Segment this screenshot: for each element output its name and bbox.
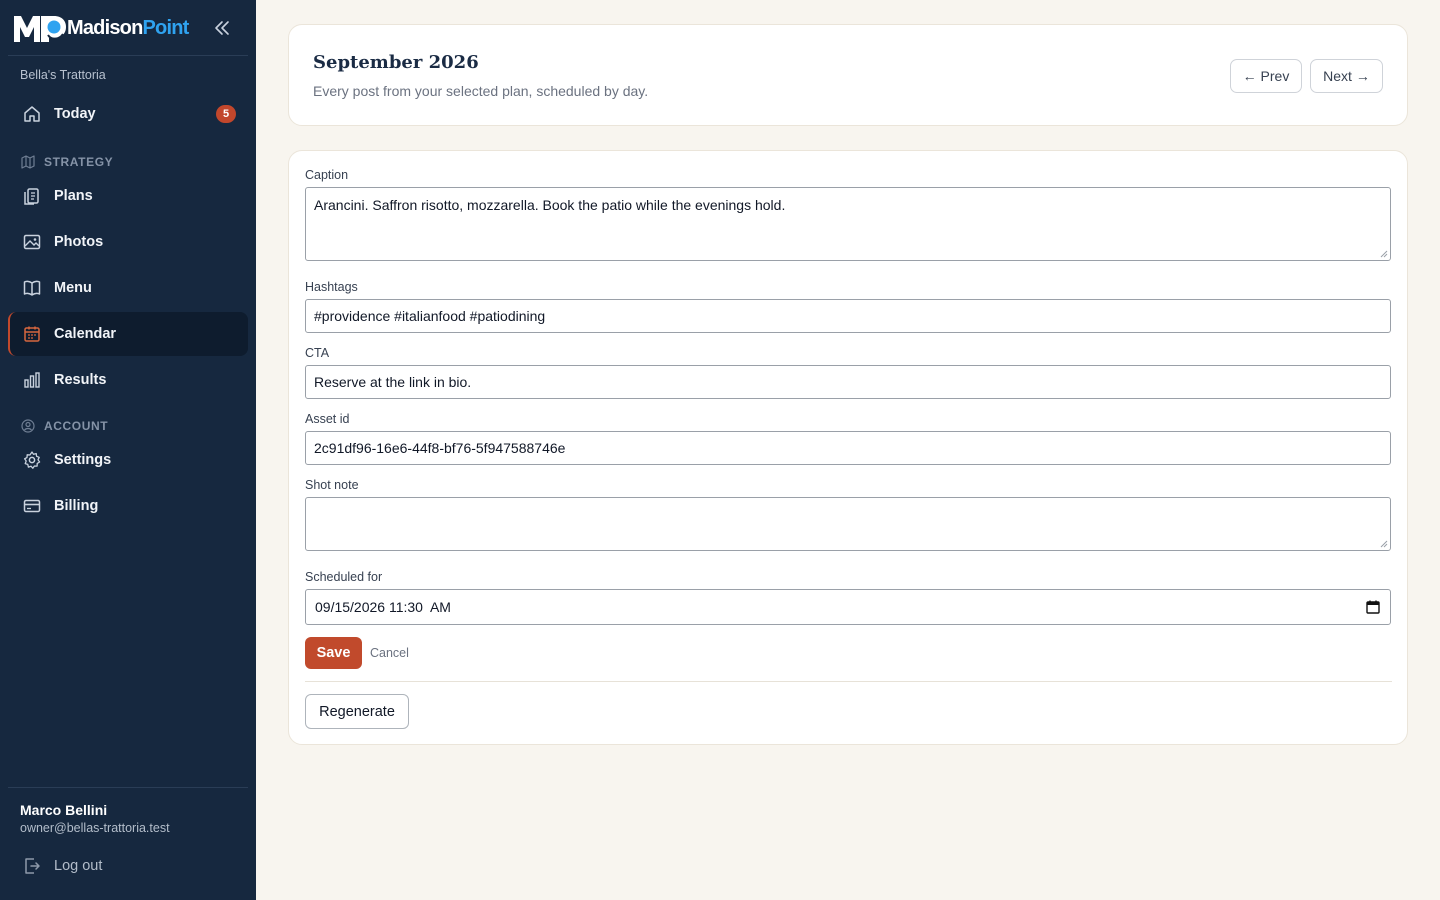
- sidebar-item-label: Billing: [54, 498, 99, 514]
- sidebar-item-menu[interactable]: Menu: [8, 266, 248, 310]
- sidebar-item-label: Calendar: [54, 326, 117, 342]
- section-label-strategy: STRATEGY: [20, 154, 113, 170]
- sidebar-item-label: Plans: [54, 188, 93, 204]
- book-icon: [22, 278, 42, 298]
- cta-value: Reserve at the link in bio.: [314, 374, 472, 390]
- caption-value: Arancini. Saffron risotto, mozzarella. B…: [314, 197, 786, 213]
- sidebar-item-label: Today: [54, 106, 96, 122]
- asset-id-label: Asset id: [305, 412, 350, 426]
- sidebar-divider: [8, 55, 248, 56]
- sidebar-item-calendar[interactable]: Calendar: [8, 312, 248, 356]
- logout-label: Log out: [54, 858, 103, 874]
- caption-label: Caption: [305, 168, 349, 182]
- sidebar-item-results[interactable]: Results: [8, 358, 248, 402]
- page-subtitle: Every post from your selected plan, sche…: [313, 83, 649, 99]
- collapse-sidebar-icon[interactable]: [211, 17, 233, 39]
- shot-note-label: Shot note: [305, 478, 359, 492]
- sidebar-item-today[interactable]: Today 5: [8, 92, 248, 136]
- post-edit-form: Caption Arancini. Saffron risotto, mozza…: [288, 150, 1408, 745]
- page-title: September 2026: [313, 52, 479, 73]
- sidebar-item-billing[interactable]: Billing: [8, 484, 248, 528]
- calendar-header-card: September 2026 Every post from your sele…: [288, 24, 1408, 126]
- sidebar-item-settings[interactable]: Settings: [8, 438, 248, 482]
- madison-point-logo-icon: [14, 16, 66, 42]
- scheduled-for-datetime-input[interactable]: 09/15/2026 11:30 AM: [305, 589, 1391, 625]
- sidebar-item-label: Settings: [54, 452, 112, 468]
- home-icon: [22, 104, 42, 124]
- today-count-badge: 5: [216, 105, 236, 123]
- image-icon: [22, 232, 42, 252]
- caption-textarea[interactable]: Arancini. Saffron risotto, mozzarella. B…: [305, 187, 1391, 261]
- user-circle-icon: [20, 418, 36, 434]
- cta-label: CTA: [305, 346, 330, 360]
- calendar-picker-icon[interactable]: [1366, 600, 1380, 614]
- hashtags-value: #providence #italianfood #patiodining: [314, 308, 546, 324]
- sidebar-item-label: Results: [54, 372, 107, 388]
- calendar-icon: [22, 324, 42, 344]
- scheduled-for-value: 09/15/2026 11:30 AM: [315, 599, 451, 615]
- map-icon: [20, 154, 36, 170]
- prev-month-button[interactable]: ← Prev: [1230, 59, 1302, 93]
- logout-button[interactable]: Log out: [8, 844, 248, 888]
- save-button[interactable]: Save: [305, 637, 362, 669]
- asset-id-input[interactable]: 2c91df96-16e6-44f8-bf76-5f947588746e: [305, 431, 1391, 465]
- workspace-name: Bella's Trattoria: [20, 68, 106, 82]
- user-email: owner@bellas-trattoria.test: [20, 821, 170, 835]
- cta-input[interactable]: Reserve at the link in bio.: [305, 365, 1391, 399]
- hashtags-input[interactable]: #providence #italianfood #patiodining: [305, 299, 1391, 333]
- shot-note-textarea[interactable]: [305, 497, 1391, 551]
- next-month-button[interactable]: Next →: [1310, 59, 1383, 93]
- logout-icon: [22, 856, 42, 876]
- brand-name: MadisonPoint: [67, 16, 189, 39]
- gear-icon: [22, 450, 42, 470]
- asset-id-value: 2c91df96-16e6-44f8-bf76-5f947588746e: [314, 440, 566, 456]
- sidebar-item-photos[interactable]: Photos: [8, 220, 248, 264]
- cancel-button[interactable]: Cancel: [370, 646, 409, 660]
- clipboard-icon: [22, 186, 42, 206]
- credit-card-icon: [22, 496, 42, 516]
- bar-chart-icon: [22, 370, 42, 390]
- brand-logo[interactable]: MadisonPoint: [12, 12, 244, 44]
- sidebar-item-plans[interactable]: Plans: [8, 174, 248, 218]
- resize-handle-icon[interactable]: [1380, 250, 1388, 258]
- form-divider: [305, 681, 1392, 682]
- section-label-account: ACCOUNT: [20, 418, 108, 434]
- regenerate-button[interactable]: Regenerate: [305, 694, 409, 729]
- sidebar-item-label: Photos: [54, 234, 104, 250]
- resize-handle-icon[interactable]: [1380, 540, 1388, 548]
- sidebar: MadisonPoint Bella's Trattoria Today 5 S…: [0, 0, 256, 900]
- user-name: Marco Bellini: [20, 802, 108, 818]
- hashtags-label: Hashtags: [305, 280, 358, 294]
- sidebar-divider: [8, 787, 248, 788]
- scheduled-for-label: Scheduled for: [305, 570, 383, 584]
- sidebar-item-label: Menu: [54, 280, 92, 296]
